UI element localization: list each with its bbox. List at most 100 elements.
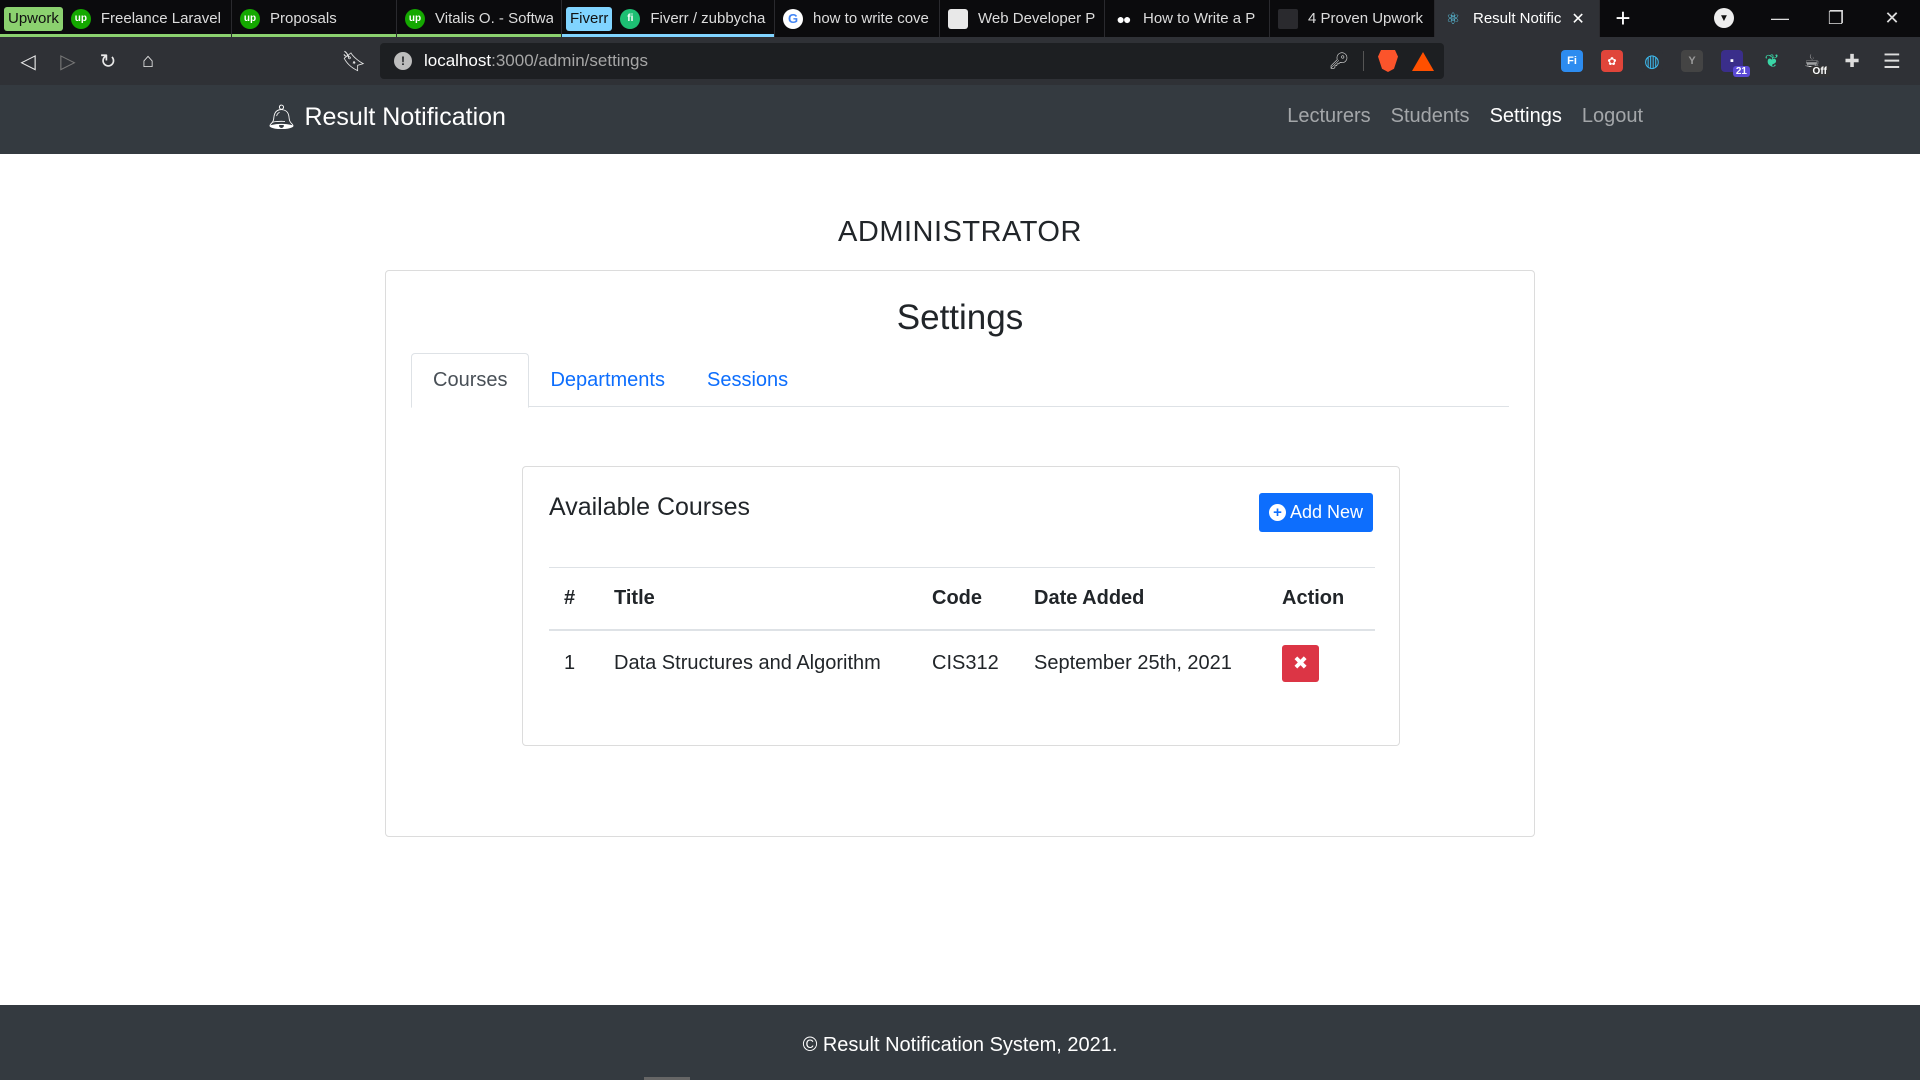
add-new-label: Add New: [1289, 502, 1363, 522]
footer-text: © Result Notification System, 2021.: [802, 1034, 1118, 1056]
extension-badge: 21: [1732, 66, 1750, 77]
tab-label: Fiverr / zubbychar: [650, 10, 766, 27]
menu-icon[interactable]: ☰: [1872, 41, 1912, 81]
restore-icon[interactable]: ❐: [1808, 0, 1864, 37]
tab-label: Web Developer P: [978, 10, 1096, 27]
window-controls: — ❐ ✕: [1752, 0, 1920, 37]
page-title: ADMINISTRATOR: [838, 216, 1082, 248]
plus-circle-icon: +: [1268, 504, 1286, 521]
tab-search-icon[interactable]: ▼: [1714, 8, 1734, 28]
courses-card: Available Courses + Add New # Title Code…: [522, 466, 1400, 746]
tab-label: Result Notific: [1473, 10, 1562, 27]
tab-label: Vitalis O. - Softwa: [435, 10, 553, 27]
tab-group-upwork[interactable]: Upwork: [4, 6, 63, 31]
browser-toolbar: ◁ ▷ ↻ ⌂ 🔖︎ ! localhost:3000/admin/settin…: [0, 37, 1920, 85]
tab-vitalis-profile[interactable]: up Vitalis O. - Softwa: [397, 0, 562, 37]
settings-tabs: Courses Departments Sessions: [411, 353, 1509, 408]
tab-fiverr-zubbychar[interactable]: Fiverr fi Fiverr / zubbychar: [562, 0, 775, 37]
webdev-icon: [948, 8, 968, 29]
medium-icon: ●●: [1116, 10, 1132, 27]
settings-card: Settings Courses Departments Sessions Av…: [385, 270, 1535, 837]
delete-button[interactable]: ✖: [1282, 644, 1319, 682]
back-icon[interactable]: ◁: [8, 41, 48, 81]
table-row: 1 Data Structures and Algorithm CIS312 S…: [549, 630, 1375, 696]
google-icon: G: [783, 8, 803, 29]
tab-4-proven-upwork[interactable]: 4 Proven Upwork: [1270, 0, 1435, 37]
key-icon[interactable]: 🔑︎: [1329, 51, 1349, 71]
brand-link[interactable]: 🔔︎ Result Notification: [266, 103, 506, 132]
tab-departments[interactable]: Departments: [529, 353, 686, 407]
settings-title: Settings: [896, 298, 1024, 337]
column-header-date-added: Date Added: [1019, 567, 1267, 631]
add-new-button[interactable]: + Add New: [1258, 493, 1373, 532]
tab-freelance-laravel[interactable]: Upwork up Freelance Laravel: [0, 0, 232, 37]
column-header-action: Action: [1267, 567, 1375, 631]
courses-title: Available Courses: [549, 493, 751, 521]
tab-sessions[interactable]: Sessions: [686, 353, 809, 407]
close-tab-icon[interactable]: ✕: [1571, 9, 1584, 29]
extensions-puzzle-icon[interactable]: ✚: [1832, 41, 1872, 81]
nav-link-students[interactable]: Students: [1391, 105, 1470, 128]
column-header-number: #: [549, 567, 599, 631]
cell-action: ✖: [1267, 630, 1375, 696]
ext-red-icon[interactable]: ✿: [1592, 41, 1632, 81]
column-header-code: Code: [917, 567, 1019, 631]
url-host: localhost: [424, 51, 492, 70]
browser-tab-strip: Upwork up Freelance Laravel up Proposals…: [0, 0, 1920, 37]
table-header-row: # Title Code Date Added Action: [549, 567, 1375, 631]
reload-icon[interactable]: ↻: [88, 41, 128, 81]
nav-links: Lecturers Students Settings Logout: [1287, 105, 1643, 128]
courses-table: # Title Code Date Added Action 1 Data St…: [549, 567, 1375, 696]
upwork-icon: up: [405, 8, 425, 29]
ext-cup-icon[interactable]: ☕︎ Off: [1792, 41, 1832, 81]
forward-icon[interactable]: ▷: [48, 41, 88, 81]
upwork-icon: up: [240, 8, 260, 29]
tab-label: 4 Proven Upwork: [1308, 10, 1424, 27]
tab-how-to-write[interactable]: ●● How to Write a P: [1105, 0, 1270, 37]
page-icon: [1278, 8, 1298, 29]
tab-courses[interactable]: Courses: [411, 353, 530, 408]
nav-link-lecturers[interactable]: Lecturers: [1287, 105, 1370, 128]
url-path: :3000/admin/settings: [491, 51, 648, 70]
ext-fi-icon[interactable]: Fi: [1552, 41, 1592, 81]
delete-icon: ✖: [1292, 652, 1309, 673]
address-bar-actions: 🔑︎: [1329, 43, 1434, 79]
fiverr-icon: fi: [620, 8, 641, 29]
tab-label: how to write cove: [813, 10, 929, 27]
extensions-tray: Fi ✿ ◍ Y ▪ 21 ❦ ☕︎ Off ✚ ☰: [1552, 37, 1920, 85]
ext-leaf-icon[interactable]: ❦: [1752, 41, 1792, 81]
tab-how-to-write-cover[interactable]: G how to write cove: [775, 0, 940, 37]
app-navbar: 🔔︎ Result Notification Lecturers Student…: [0, 85, 1920, 154]
ext-purple-icon[interactable]: ▪ 21: [1712, 41, 1752, 81]
extension-badge-off: Off: [1809, 66, 1830, 77]
site-info-icon[interactable]: !: [394, 52, 412, 70]
brave-rewards-icon[interactable]: [1412, 51, 1434, 71]
minimize-icon[interactable]: —: [1752, 0, 1808, 37]
divider: [1363, 51, 1364, 71]
tab-proposals[interactable]: up Proposals: [232, 0, 397, 37]
nav-link-logout[interactable]: Logout: [1582, 105, 1643, 128]
react-icon: ⚛: [1445, 10, 1461, 28]
close-window-icon[interactable]: ✕: [1864, 0, 1920, 37]
column-header-title: Title: [599, 567, 917, 631]
ext-y-icon[interactable]: Y: [1672, 41, 1712, 81]
cell-code: CIS312: [932, 651, 999, 674]
bell-icon: 🔔︎: [266, 104, 297, 131]
nav-link-settings[interactable]: Settings: [1490, 105, 1562, 128]
brave-shields-icon[interactable]: [1378, 50, 1398, 72]
brand-text: Result Notification: [304, 103, 506, 131]
tab-web-developer[interactable]: Web Developer P: [940, 0, 1105, 37]
cell-title: Data Structures and Algorithm: [614, 651, 881, 674]
cell-number: 1: [564, 651, 576, 674]
home-icon[interactable]: ⌂: [128, 41, 168, 81]
page-footer: © Result Notification System, 2021.: [0, 1005, 1920, 1080]
tab-group-fiverr[interactable]: Fiverr: [566, 6, 613, 31]
address-bar[interactable]: ! localhost:3000/admin/settings 🔑︎: [380, 43, 1444, 79]
upwork-icon: up: [70, 8, 91, 29]
tab-label: Proposals: [270, 10, 337, 27]
new-tab-button[interactable]: +: [1600, 0, 1646, 37]
tab-result-notification[interactable]: ⚛ Result Notific ✕: [1435, 0, 1600, 37]
tab-label: Freelance Laravel: [100, 10, 221, 27]
ext-globe-icon[interactable]: ◍: [1632, 41, 1672, 81]
bookmark-icon[interactable]: 🔖︎: [334, 41, 374, 81]
